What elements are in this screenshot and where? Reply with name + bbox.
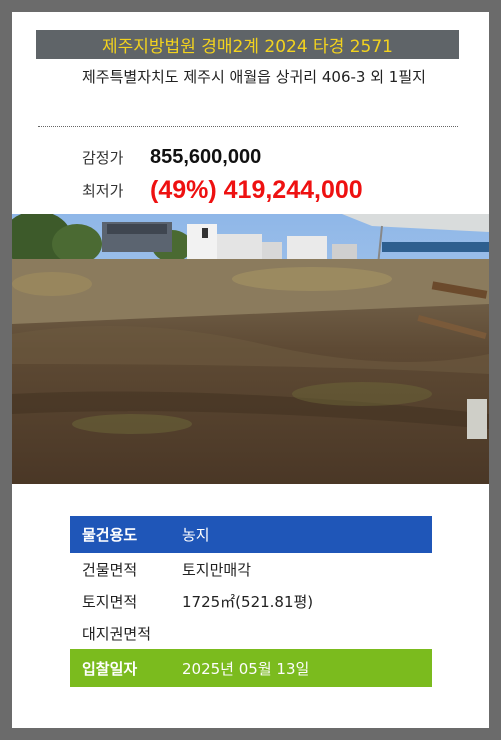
auction-card: 제주지방법원 경매2계 2024 타경 2571 제주특별자치도 제주시 애월읍… <box>12 12 489 728</box>
usage-value: 농지 <box>182 526 210 544</box>
detail-table: 물건용도 농지 건물면적 토지만매각 토지면적 1725㎡(521.81평) 대… <box>70 516 432 687</box>
land-right-label: 대지권면적 <box>82 624 152 643</box>
usage-label: 물건용도 <box>82 526 138 544</box>
land-right-row: 대지권면적 <box>70 617 432 649</box>
bid-date-value: 2025년 05월 13일 <box>182 659 310 678</box>
building-area-row: 건물면적 토지만매각 <box>70 553 432 585</box>
minimum-price-value: (49%) 419,244,000 <box>150 176 363 204</box>
appraisal-label: 감정가 <box>82 149 124 167</box>
appraisal-value: 855,600,000 <box>150 146 262 168</box>
building-area-label: 건물면적 <box>82 560 138 579</box>
usage-row: 물건용도 농지 <box>70 516 432 553</box>
minimum-price-row: 최저가 (49%) 419,244,000 <box>82 176 363 205</box>
property-photo <box>12 214 489 484</box>
divider <box>38 126 458 127</box>
land-area-value: 1725㎡(521.81평) <box>182 592 314 611</box>
building-area-value: 토지만매각 <box>182 560 252 579</box>
appraisal-row: 감정가 855,600,000 <box>82 146 261 169</box>
property-address: 제주특별자치도 제주시 애월읍 상귀리 406-3 외 1필지 <box>82 68 426 86</box>
bid-date-row: 입찰일자 2025년 05월 13일 <box>70 649 432 687</box>
bid-date-label: 입찰일자 <box>82 659 138 678</box>
minimum-price-label: 최저가 <box>82 182 124 200</box>
land-area-label: 토지면적 <box>82 592 138 611</box>
case-title: 제주지방법원 경매2계 2024 타경 2571 <box>36 30 459 59</box>
land-area-row: 토지면적 1725㎡(521.81평) <box>70 585 432 617</box>
